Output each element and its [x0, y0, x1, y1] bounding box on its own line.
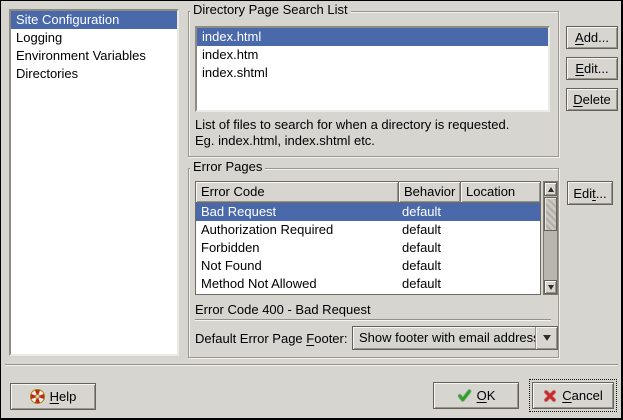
sidebar-item-directories[interactable]: Directories	[11, 65, 177, 83]
directory-list-hint-line1: List of files to search for when a direc…	[195, 117, 509, 132]
combo-arrow-button[interactable]	[535, 327, 557, 349]
error-pages-table: Error Code Behavior Location Bad Request…	[195, 181, 541, 295]
help-button-label: Help	[50, 389, 77, 404]
selected-error-status: Error Code 400 - Bad Request	[195, 302, 371, 317]
table-row-forbidden[interactable]: Forbidden default	[196, 239, 540, 257]
scrollbar-down-button[interactable]	[544, 280, 557, 294]
add-button[interactable]: Add...	[566, 26, 618, 49]
column-header-behavior[interactable]: Behavior	[399, 181, 461, 203]
list-item-index-shtml[interactable]: index.shtml	[197, 64, 548, 82]
scrollbar-thumb[interactable]	[544, 197, 557, 231]
check-icon	[457, 388, 472, 403]
directory-list-hint-line2: Eg. index.html, index.shtml etc.	[195, 133, 375, 148]
directory-page-list[interactable]: index.html index.htm index.shtml	[195, 26, 550, 112]
list-item-label: index.html	[202, 29, 261, 44]
edit-button-label: Edit...	[575, 61, 608, 76]
error-pages-title: Error Pages	[190, 160, 265, 174]
directory-page-search-list-title: Directory Page Search List	[190, 3, 351, 17]
scrollbar-up-button[interactable]	[544, 182, 557, 196]
arrow-up-icon	[548, 187, 554, 192]
column-header-location[interactable]: Location	[461, 181, 541, 203]
sidebar-item-environment-variables[interactable]: Environment Variables	[11, 47, 177, 65]
add-button-label: Add...	[575, 30, 609, 45]
x-icon	[543, 389, 557, 403]
http-config-dialog: Site Configuration Logging Environment V…	[0, 0, 623, 420]
ok-button-label: OK	[477, 388, 496, 403]
sidebar-item-site-configuration[interactable]: Site Configuration	[11, 11, 177, 29]
list-item-label: index.htm	[202, 47, 258, 62]
edit-button[interactable]: Edit...	[566, 57, 618, 80]
default-error-page-footer-label: Default Error Page Footer:	[195, 331, 347, 346]
ok-button[interactable]: OK	[433, 382, 519, 409]
help-icon	[30, 389, 45, 404]
footer-separator	[195, 319, 551, 321]
table-body[interactable]: Bad Request default Authorization Requir…	[195, 203, 541, 295]
list-item-index-htm[interactable]: index.htm	[197, 46, 548, 64]
cancel-button-label: Cancel	[562, 388, 602, 403]
sidebar-item-logging[interactable]: Logging	[11, 29, 177, 47]
column-header-error-code[interactable]: Error Code	[195, 181, 399, 203]
table-header: Error Code Behavior Location	[195, 181, 541, 203]
list-item-label: index.shtml	[202, 65, 268, 80]
table-row-authorization-required[interactable]: Authorization Required default	[196, 221, 540, 239]
error-page-edit-button-label: Edit...	[573, 186, 606, 201]
sidebar-item-label: Directories	[16, 66, 78, 81]
sidebar-item-label: Site Configuration	[16, 12, 119, 27]
table-row-bad-request[interactable]: Bad Request default	[196, 203, 540, 221]
delete-button-label: Delete	[573, 92, 611, 107]
list-item-index-html[interactable]: index.html	[197, 28, 548, 46]
chevron-down-icon	[543, 335, 551, 341]
sidebar-item-label: Environment Variables	[16, 48, 146, 63]
help-button[interactable]: Help	[10, 383, 96, 410]
category-list[interactable]: Site Configuration Logging Environment V…	[9, 9, 179, 356]
delete-button[interactable]: Delete	[566, 88, 618, 111]
error-page-edit-button[interactable]: Edit...	[567, 181, 613, 205]
default-error-page-footer-select[interactable]: Show footer with email address	[352, 326, 558, 350]
table-row-method-not-allowed[interactable]: Method Not Allowed default	[196, 275, 540, 293]
table-scrollbar[interactable]	[543, 181, 558, 295]
arrow-down-icon	[548, 285, 554, 290]
cancel-button[interactable]: Cancel	[532, 382, 614, 409]
table-row-not-found[interactable]: Not Found default	[196, 257, 540, 275]
action-area-separator	[5, 364, 618, 366]
combo-selected-value: Show footer with email address	[353, 327, 535, 349]
sidebar-item-label: Logging	[16, 30, 62, 45]
